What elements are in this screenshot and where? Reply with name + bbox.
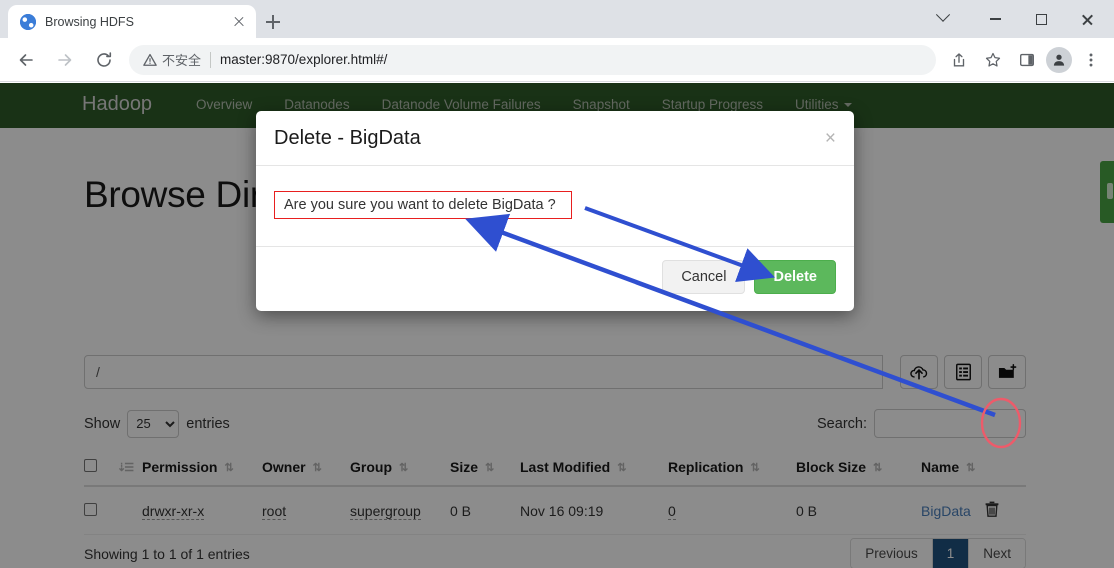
window-titlebar: Browsing HDFS — [0, 0, 1114, 38]
tab-search-button[interactable] — [920, 0, 966, 38]
modal-header: Delete - BigData × — [256, 111, 854, 166]
warning-triangle-icon — [143, 53, 157, 66]
delete-confirm-modal: Delete - BigData × Are you sure you want… — [256, 111, 854, 311]
confirm-text-box: Are you sure you want to delete BigData … — [274, 191, 572, 219]
tab-title: Browsing HDFS — [45, 14, 134, 29]
new-tab-button[interactable] — [260, 9, 286, 35]
delete-button[interactable]: Delete — [754, 260, 836, 294]
minimize-icon — [989, 18, 1001, 20]
forward-arrow-icon — [58, 53, 72, 66]
window-close-button[interactable] — [1064, 0, 1110, 38]
url-text: master:9870/explorer.html#/ — [220, 52, 388, 67]
bookmark-star-icon[interactable] — [978, 45, 1008, 75]
insecure-label: 不安全 — [162, 53, 202, 68]
back-arrow-icon — [19, 53, 33, 66]
reload-icon — [97, 51, 112, 67]
maximize-icon — [1035, 13, 1047, 25]
minimize-button[interactable] — [972, 0, 1018, 38]
browser-toolbar: 不安全 master:9870/explorer.html#/ — [0, 38, 1114, 82]
browser-tab[interactable]: Browsing HDFS — [8, 5, 256, 38]
modal-body: Are you sure you want to delete BigData … — [256, 166, 854, 246]
share-icon[interactable] — [944, 45, 974, 75]
forward-button[interactable] — [50, 45, 80, 75]
chrome-menu-icon[interactable] — [1076, 45, 1106, 75]
reload-button[interactable] — [89, 45, 119, 75]
omnibox-divider — [210, 51, 212, 68]
close-icon — [1081, 13, 1094, 26]
back-button[interactable] — [11, 45, 41, 75]
maximize-button[interactable] — [1018, 0, 1064, 38]
profile-avatar-icon[interactable] — [1046, 46, 1072, 73]
chevron-down-icon — [935, 7, 951, 22]
modal-footer: Cancel Delete — [256, 246, 854, 311]
address-bar[interactable]: 不安全 master:9870/explorer.html#/ — [129, 44, 936, 75]
close-icon[interactable]: × — [825, 129, 836, 148]
side-panel-icon[interactable] — [1012, 45, 1042, 75]
cancel-button[interactable]: Cancel — [662, 260, 746, 294]
browser-window: Browsing HDFS 不安全 master:9870/explorer.h… — [0, 0, 1114, 568]
modal-title: Delete - BigData — [274, 127, 421, 149]
close-icon[interactable] — [230, 13, 248, 31]
globe-icon — [20, 13, 36, 30]
